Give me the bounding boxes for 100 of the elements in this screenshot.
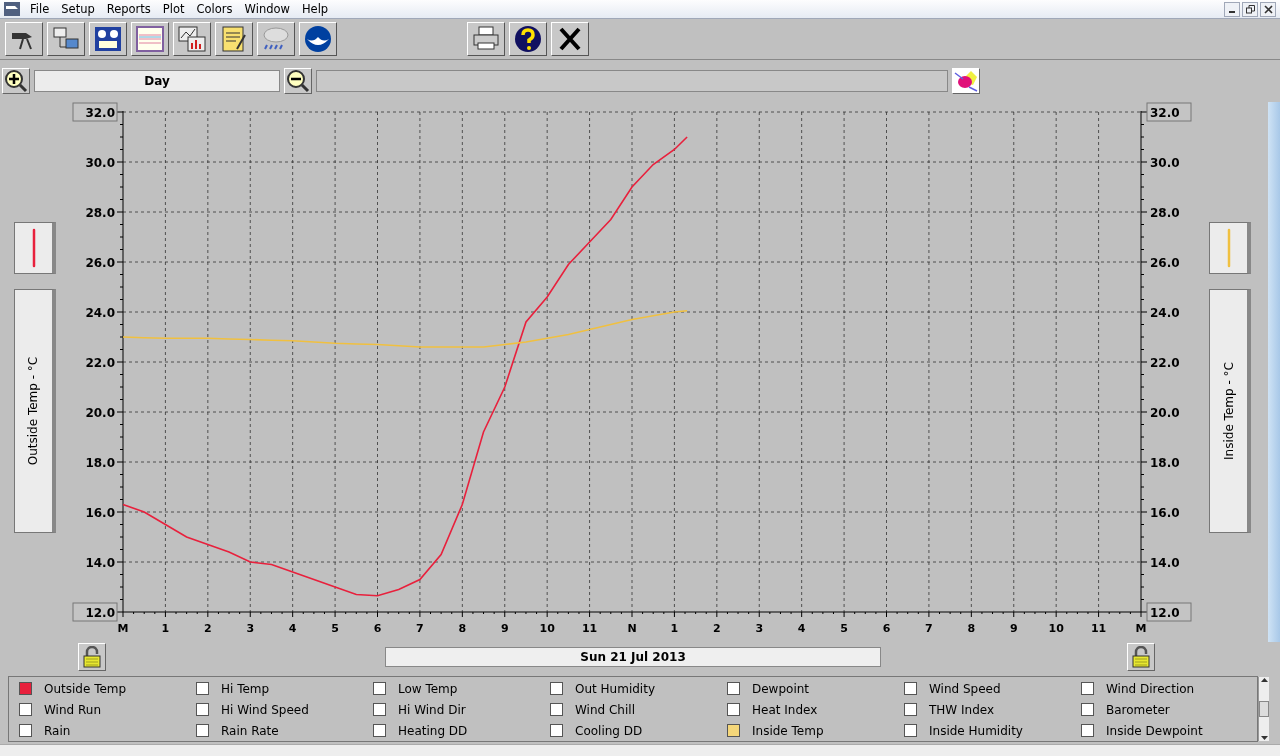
- y-tick-label: 30.0: [85, 156, 115, 170]
- y-tick-label: 22.0: [1150, 356, 1180, 370]
- period-field[interactable]: Day: [34, 70, 280, 92]
- x-tick-label: 9: [1009, 622, 1018, 635]
- x-tick-label: 8: [967, 622, 976, 635]
- line-color-button[interactable]: [14, 222, 56, 274]
- scroll-up-icon[interactable]: [1260, 677, 1268, 682]
- x-tick-label: 4: [288, 622, 297, 635]
- checkbox[interactable]: [373, 682, 386, 695]
- minimize-button[interactable]: [1224, 1, 1240, 17]
- checkbox[interactable]: [196, 682, 209, 695]
- paint-button[interactable]: [952, 68, 980, 94]
- y-tick-label: 24.0: [1150, 306, 1180, 320]
- line-color-button[interactable]: [1209, 222, 1251, 274]
- checkbox[interactable]: [727, 724, 740, 737]
- checkbox-label: Rain Rate: [221, 723, 279, 738]
- x-tick-label: N: [627, 622, 637, 635]
- y-tick-label: 18.0: [85, 456, 115, 470]
- x-tick-label: 8: [458, 622, 467, 635]
- x-tick-label: 1: [670, 622, 679, 635]
- x-tick-label: 2: [713, 622, 721, 635]
- checkbox[interactable]: [196, 724, 209, 737]
- close-button[interactable]: [1260, 1, 1276, 17]
- y-tick-label: 12.0: [85, 606, 115, 620]
- menu-item[interactable]: Setup: [55, 2, 101, 16]
- y-tick-label: 28.0: [85, 206, 115, 220]
- left-axis-title: Outside Temp - °C: [26, 356, 41, 466]
- y-tick-label: 20.0: [85, 406, 115, 420]
- y-tick-label: 12.0: [72, 602, 118, 622]
- close-icon: [1263, 4, 1273, 14]
- checkbox[interactable]: [373, 703, 386, 716]
- menu-item[interactable]: File: [24, 2, 56, 16]
- x-tick-label: 3: [755, 622, 764, 635]
- menu-item[interactable]: Reports: [100, 2, 157, 16]
- checkbox[interactable]: [727, 682, 740, 695]
- y-tick-label: 26.0: [1150, 256, 1180, 270]
- checkbox-label: Outside Temp: [44, 681, 127, 696]
- checkbox[interactable]: [904, 724, 917, 737]
- scroll-down-icon[interactable]: [1260, 736, 1268, 741]
- checkbox[interactable]: [373, 724, 386, 737]
- right-axis-title: Inside Temp - °C: [1221, 362, 1236, 460]
- x-tick-label: 6: [882, 622, 891, 635]
- menu-item[interactable]: Colors: [190, 2, 239, 16]
- menu-item[interactable]: Window: [238, 2, 296, 16]
- checkbox[interactable]: [196, 703, 209, 716]
- checkbox[interactable]: [550, 724, 563, 737]
- y-tick-label: 16.0: [85, 506, 115, 520]
- app-icon: [4, 2, 20, 16]
- y-tick-label: 26.0: [85, 256, 115, 270]
- vertical-scrollbar[interactable]: [1258, 677, 1269, 741]
- checkbox[interactable]: [19, 682, 32, 695]
- scroll-thumb-icon[interactable]: [1259, 701, 1269, 717]
- x-tick-label: 5: [331, 622, 339, 635]
- x-tick-label: 6: [373, 622, 382, 635]
- checkbox-label: Out Humidity: [575, 681, 655, 696]
- checkbox-label: Inside Temp: [752, 723, 824, 738]
- checkbox[interactable]: [550, 682, 563, 695]
- x-tick-label: 5: [840, 622, 848, 635]
- y-tick-label: 12.0: [1146, 602, 1192, 622]
- checkbox-label: Heat Index: [752, 702, 818, 717]
- checkbox[interactable]: [904, 703, 917, 716]
- checkbox-label: Hi Temp: [221, 681, 270, 696]
- y-tick-label: 14.0: [85, 556, 115, 570]
- x-tick-label: M: [117, 622, 129, 635]
- y-tick-label: 28.0: [1150, 206, 1180, 220]
- x-tick-label: 2: [204, 622, 212, 635]
- checkbox-label: Inside Humidity: [929, 723, 1023, 738]
- checkbox[interactable]: [550, 703, 563, 716]
- checkbox[interactable]: [904, 682, 917, 695]
- checkbox-label: Wind Run: [44, 702, 101, 717]
- menu-item[interactable]: Help: [295, 2, 335, 16]
- x-tick-label: M: [1135, 622, 1147, 635]
- checkbox[interactable]: [1081, 724, 1094, 737]
- x-tick-label: 10: [1048, 622, 1064, 635]
- menu-item[interactable]: Plot: [156, 2, 191, 16]
- y-tick-label: 30.0: [1150, 156, 1180, 170]
- checkbox-label: Wind Chill: [575, 702, 635, 717]
- range-field[interactable]: [316, 70, 948, 92]
- checkbox[interactable]: [727, 703, 740, 716]
- checkbox[interactable]: [19, 724, 32, 737]
- restore-icon: [1245, 4, 1255, 14]
- checkbox-label: Dewpoint: [752, 681, 810, 696]
- x-tick-label: 10: [539, 622, 555, 635]
- checkbox-label: Hi Wind Dir: [398, 702, 466, 717]
- checkbox-label: Wind Direction: [1106, 681, 1195, 696]
- checkbox-label: Rain: [44, 723, 71, 738]
- checkbox-label: Low Temp: [398, 681, 458, 696]
- checkbox[interactable]: [1081, 682, 1094, 695]
- x-tick-label: 11: [1090, 622, 1107, 635]
- x-tick-label: 9: [500, 622, 509, 635]
- date-bar[interactable]: Sun 21 Jul 2013: [385, 647, 881, 667]
- checkbox[interactable]: [19, 703, 32, 716]
- restore-button[interactable]: [1242, 1, 1258, 17]
- checkbox[interactable]: [1081, 703, 1094, 716]
- x-tick-label: 3: [246, 622, 255, 635]
- x-tick-label: 7: [416, 622, 424, 635]
- horizontal-scrollbar[interactable]: [0, 744, 1280, 756]
- y-tick-label: 32.0: [1146, 102, 1192, 122]
- y-tick-label: 16.0: [1150, 506, 1180, 520]
- checkbox-label: Inside Dewpoint: [1106, 723, 1203, 738]
